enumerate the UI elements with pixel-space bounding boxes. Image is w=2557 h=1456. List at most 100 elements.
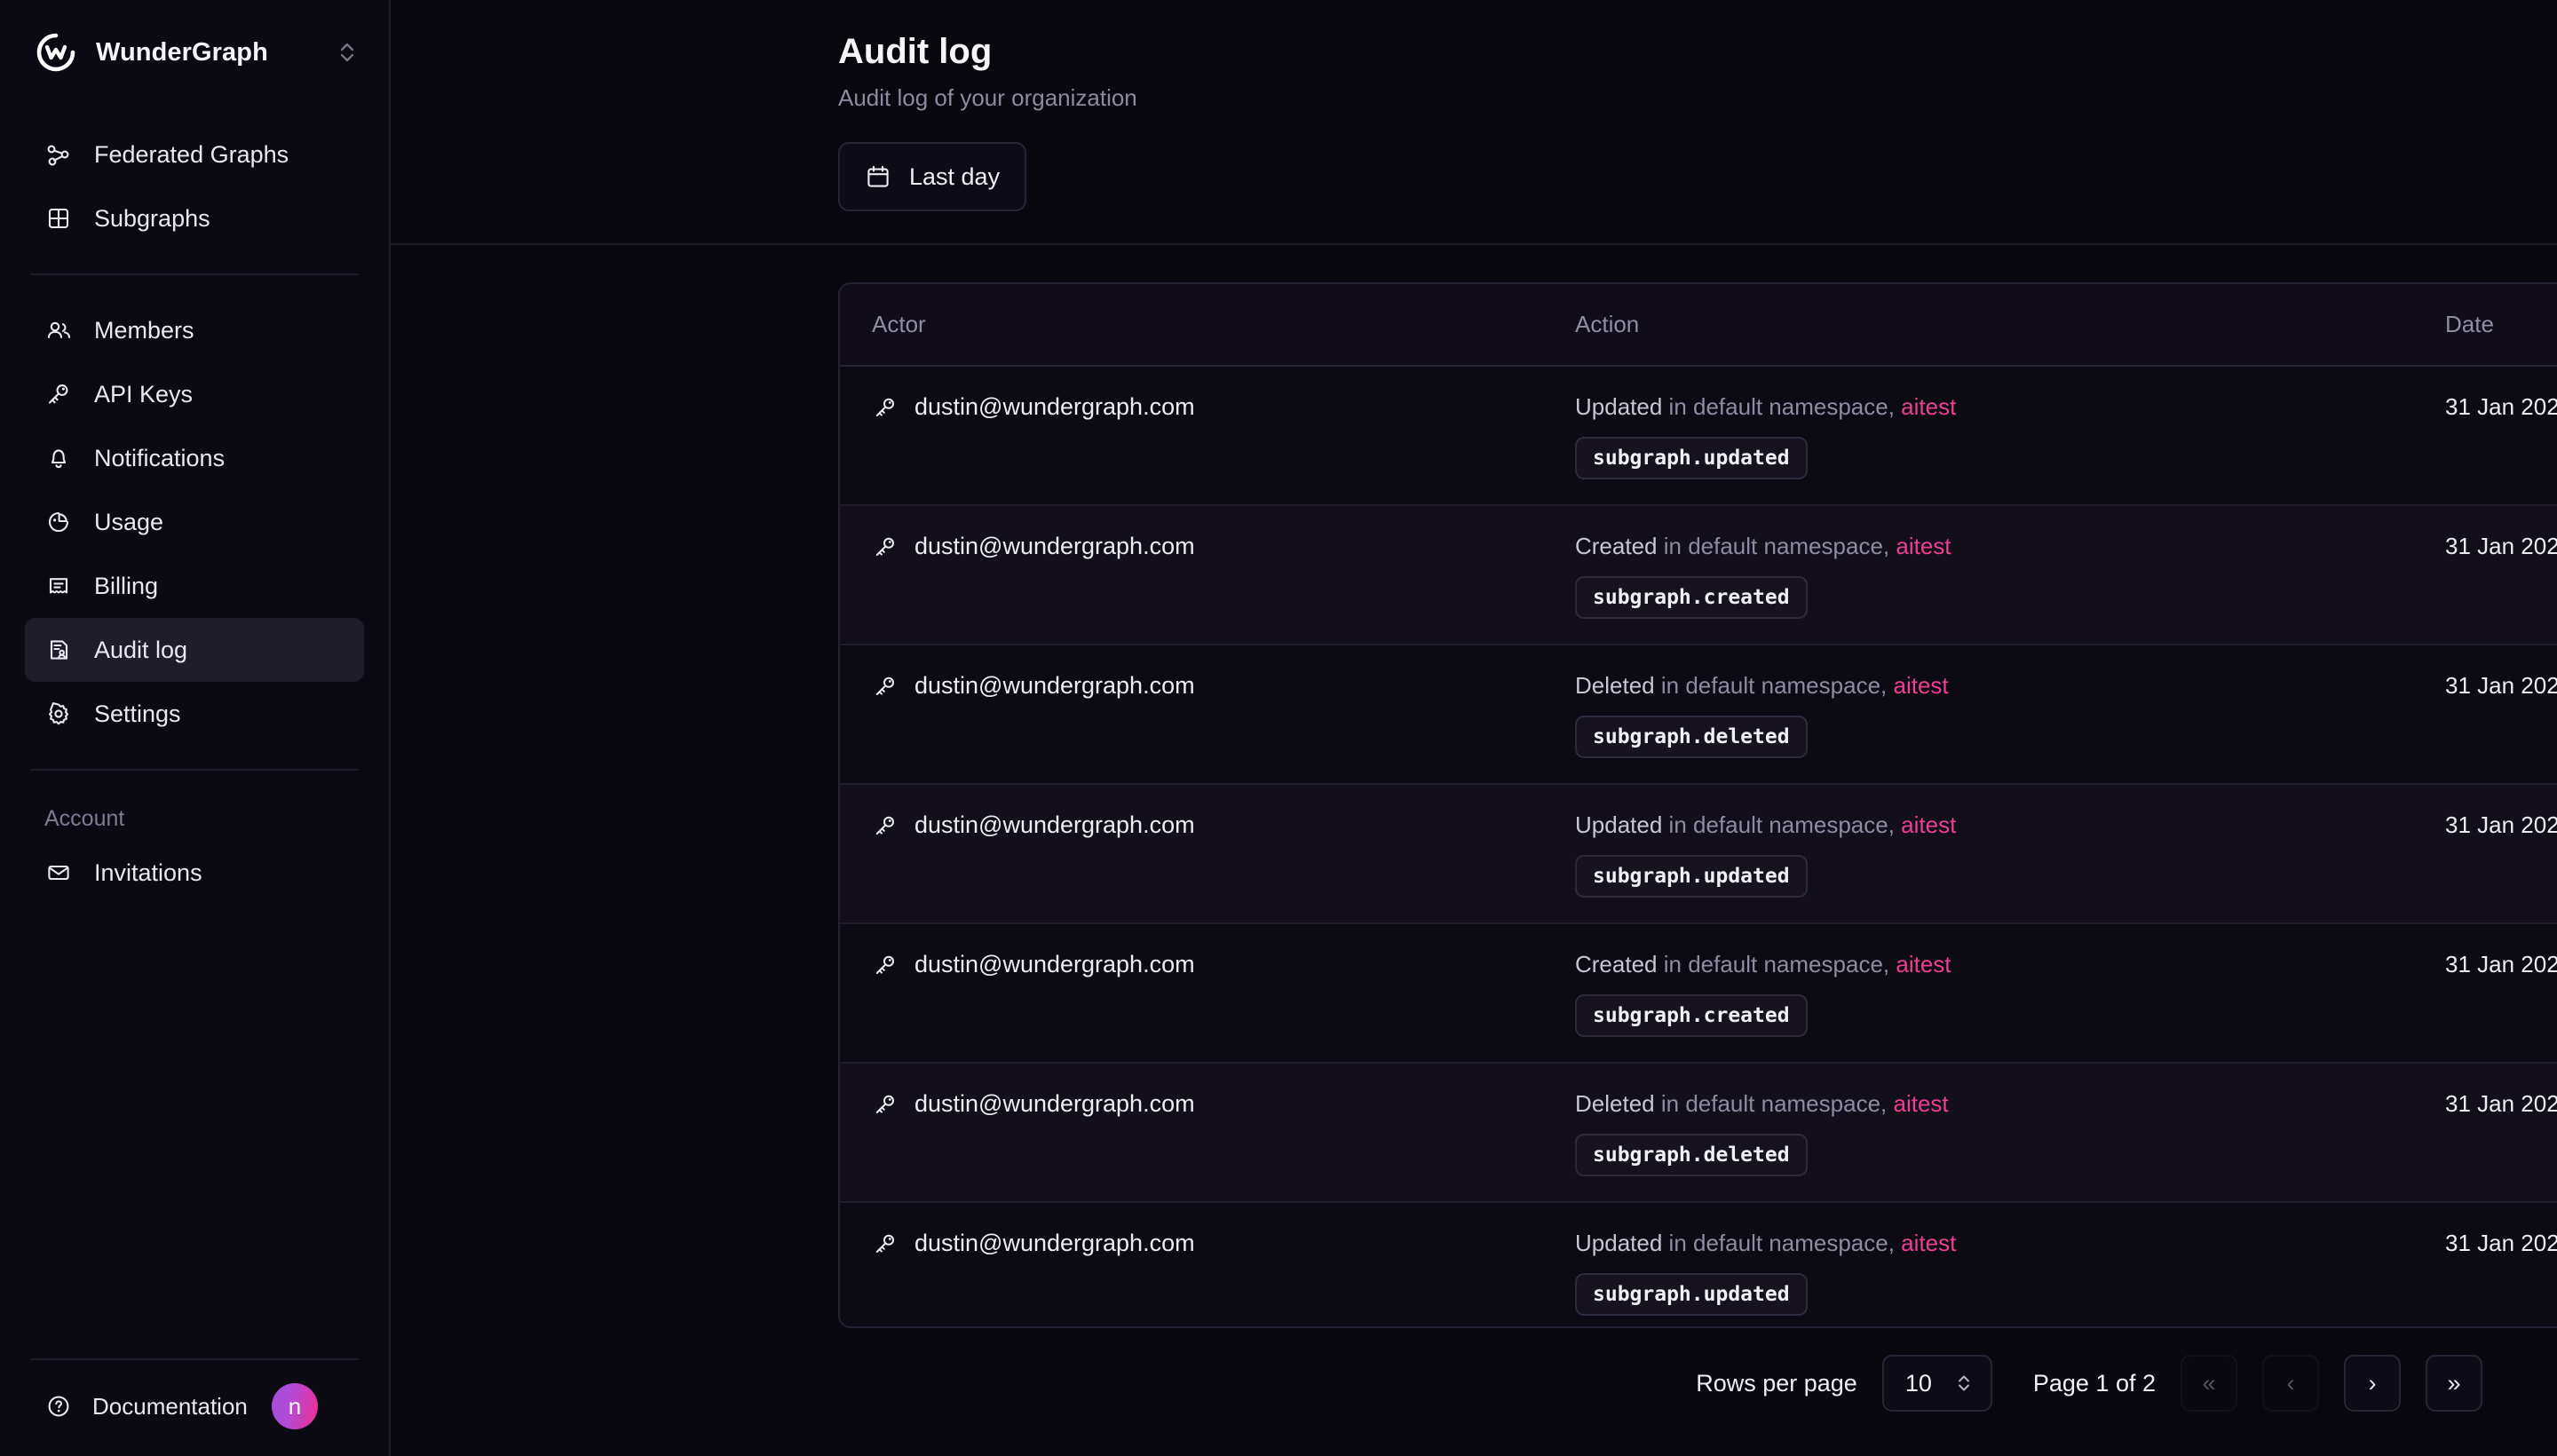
table-row[interactable]: dustin@wundergraph.com Created in default… — [840, 923, 2557, 1063]
sidebar-item-notifications[interactable]: Notifications — [25, 426, 364, 490]
pie-chart-icon — [44, 508, 73, 536]
audit-log-table: Actor Action Date dustin@wundergraph.com… — [840, 284, 2557, 1326]
date-range-button[interactable]: Last day — [838, 142, 1027, 211]
sidebar-footer: Documentation n — [0, 1360, 389, 1456]
sidebar-item-api-keys[interactable]: API Keys — [25, 362, 364, 426]
action-badge: subgraph.created — [1575, 994, 1808, 1037]
sidebar-item-billing[interactable]: Billing — [25, 554, 364, 618]
key-icon — [872, 1091, 899, 1118]
key-icon — [872, 534, 899, 560]
action-target-link[interactable]: aitest — [1901, 1230, 1956, 1256]
sidebar-item-label: Usage — [94, 508, 164, 535]
rows-per-page-label: Rows per page — [1696, 1369, 1857, 1397]
page-subtitle: Audit log of your organization — [838, 84, 1137, 111]
pagination-bar: Rows per page 10 Page 1 of 2 « ‹ › » — [391, 1328, 2557, 1412]
table-header-row: Actor Action Date — [840, 284, 2557, 367]
sidebar-item-usage[interactable]: Usage — [25, 490, 364, 554]
table-row[interactable]: dustin@wundergraph.com Deleted in default… — [840, 1063, 2557, 1202]
action-target-link[interactable]: aitest — [1896, 533, 1951, 559]
sidebar-item-label: Settings — [94, 700, 181, 727]
table-card-wrap: Actor Action Date dustin@wundergraph.com… — [391, 245, 2557, 1328]
sidebar-item-members[interactable]: Members — [25, 298, 364, 362]
action-verb: Deleted — [1575, 672, 1655, 699]
table-row[interactable]: dustin@wundergraph.com Updated in default… — [840, 784, 2557, 923]
cell-actor: dustin@wundergraph.com — [840, 645, 1575, 784]
avatar[interactable]: n — [272, 1383, 318, 1429]
receipt-icon — [44, 572, 73, 600]
action-target-link[interactable]: aitest — [1901, 393, 1956, 420]
cell-action: Deleted in default namespace, aitest subg… — [1575, 1063, 2445, 1202]
action-context: in default namespace, — [1663, 533, 1890, 559]
cell-date: 31 Jan 2024, 17:20 — [2445, 366, 2557, 505]
action-target-link[interactable]: aitest — [1901, 811, 1956, 838]
action-badge: subgraph.updated — [1575, 855, 1808, 898]
cell-actor: dustin@wundergraph.com — [840, 1202, 1575, 1326]
key-icon — [872, 952, 899, 978]
cell-date: 31 Jan 2024, 17:11 — [2445, 784, 2557, 923]
action-context: in default namespace, — [1668, 811, 1895, 838]
table-row[interactable]: dustin@wundergraph.com Updated in default… — [840, 366, 2557, 505]
cell-action: Created in default namespace, aitest subg… — [1575, 505, 2445, 645]
cell-date: 31 Jan 2024, 17:20 — [2445, 505, 2557, 645]
cell-date: 31 Jan 2024, 17:11 — [2445, 1063, 2557, 1202]
rows-per-page-select[interactable]: 10 — [1881, 1355, 1992, 1412]
cell-date: 31 Jan 2024, 17:20 — [2445, 645, 2557, 784]
sidebar-item-subgraphs[interactable]: Subgraphs — [25, 186, 364, 250]
page-header: Audit log Audit log of your organization… — [391, 0, 2557, 245]
date-value: 31 Jan 2024, 17:11 — [2445, 951, 2557, 977]
sidebar-item-settings[interactable]: Settings — [25, 682, 364, 746]
column-header-action: Action — [1575, 284, 2445, 367]
cell-actor: dustin@wundergraph.com — [840, 366, 1575, 505]
actor-email: dustin@wundergraph.com — [914, 393, 1195, 420]
date-value: 31 Jan 2024, 17:11 — [2445, 1090, 2557, 1117]
question-circle-icon — [44, 1392, 73, 1420]
documentation-link[interactable]: Documentation — [44, 1392, 248, 1420]
rows-per-page-value: 10 — [1904, 1369, 1932, 1397]
first-page-button[interactable]: « — [2181, 1355, 2237, 1412]
action-verb: Updated — [1575, 393, 1663, 420]
actor-email: dustin@wundergraph.com — [914, 951, 1195, 977]
action-badge: subgraph.updated — [1575, 437, 1808, 479]
wundergraph-logo-icon — [36, 32, 76, 73]
key-icon — [872, 1230, 899, 1257]
sidebar-item-label: Invitations — [94, 859, 202, 886]
action-verb: Deleted — [1575, 1090, 1655, 1117]
cell-action: Updated in default namespace, aitest subg… — [1575, 784, 2445, 923]
account-nav: Invitations — [0, 841, 389, 905]
org-switcher[interactable]: WunderGraph — [0, 0, 389, 103]
sidebar-item-audit-log[interactable]: Audit log — [25, 618, 364, 682]
sidebar-item-label: Billing — [94, 572, 159, 599]
action-verb: Updated — [1575, 1230, 1663, 1256]
gear-icon — [44, 700, 73, 728]
main-content: Audit log Audit log of your organization… — [391, 0, 2557, 1456]
primary-nav: Federated Graphs Subgraphs — [0, 103, 389, 250]
audit-log-card: Actor Action Date dustin@wundergraph.com… — [838, 282, 2557, 1328]
sidebar-item-federated-graphs[interactable]: Federated Graphs — [25, 123, 364, 186]
previous-page-button[interactable]: ‹ — [2262, 1355, 2319, 1412]
last-page-button[interactable]: » — [2426, 1355, 2482, 1412]
action-context: in default namespace, — [1660, 1090, 1888, 1117]
action-target-link[interactable]: aitest — [1896, 951, 1951, 977]
sidebar-item-invitations[interactable]: Invitations — [25, 841, 364, 905]
grid-squares-icon — [44, 204, 73, 233]
cell-actor: dustin@wundergraph.com — [840, 505, 1575, 645]
action-badge: subgraph.updated — [1575, 1273, 1808, 1316]
org-nav: Members API Keys Notifications Usage Bil… — [0, 298, 389, 746]
actor-email: dustin@wundergraph.com — [914, 811, 1195, 838]
action-context: in default namespace, — [1660, 672, 1888, 699]
date-range-label: Last day — [909, 162, 1001, 190]
envelope-icon — [44, 859, 73, 887]
sidebar-item-label: Audit log — [94, 636, 188, 663]
table-row[interactable]: dustin@wundergraph.com Updated in default… — [840, 1202, 2557, 1326]
action-verb: Updated — [1575, 811, 1663, 838]
table-row[interactable]: dustin@wundergraph.com Created in default… — [840, 505, 2557, 645]
action-target-link[interactable]: aitest — [1893, 1090, 1948, 1117]
action-target-link[interactable]: aitest — [1893, 672, 1948, 699]
page-status: Page 1 of 2 — [2032, 1369, 2156, 1397]
cell-actor: dustin@wundergraph.com — [840, 923, 1575, 1063]
table-row[interactable]: dustin@wundergraph.com Deleted in default… — [840, 645, 2557, 784]
next-page-button[interactable]: › — [2344, 1355, 2401, 1412]
sidebar-item-label: API Keys — [94, 380, 194, 408]
key-icon — [872, 394, 899, 421]
key-icon — [872, 673, 899, 700]
